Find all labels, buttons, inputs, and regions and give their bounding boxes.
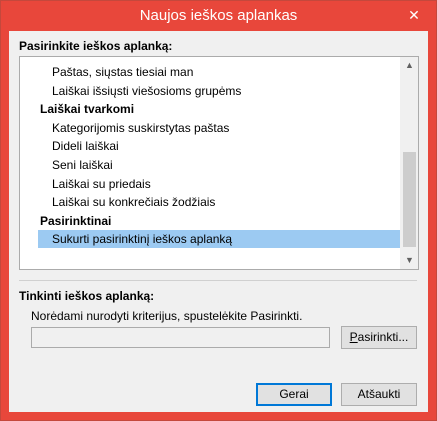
cancel-button[interactable]: Atšaukti [341, 383, 417, 406]
scroll-up-icon: ▲ [405, 60, 414, 70]
ok-button[interactable]: Gerai [256, 383, 332, 406]
criteria-field [31, 327, 330, 348]
list-group-header: Pasirinktinai [40, 214, 112, 228]
scroll-thumb[interactable] [403, 152, 416, 247]
list-item[interactable]: Seni laiškai [20, 156, 400, 174]
list-group-header: Laiškai tvarkomi [40, 102, 135, 116]
list-item[interactable]: Dideli laiškai [20, 137, 400, 155]
scroll-down-button[interactable]: ▼ [401, 252, 418, 269]
choose-button[interactable]: Pasirinkti... [341, 326, 417, 349]
list-item[interactable]: Laiškai su priedais [20, 175, 400, 193]
list-item-selected[interactable]: Sukurti pasirinktinį ieškos aplanką [38, 230, 400, 248]
criteria-hint-text: Norėdami nurodyti kriterijus, spustelėki… [31, 309, 303, 323]
scroll-up-button[interactable]: ▲ [401, 57, 418, 74]
list-item[interactable]: Kategorijomis suskirstytas paštas [20, 119, 400, 137]
separator [19, 280, 417, 281]
customize-folder-label: Tinkinti ieškos aplanką: [19, 289, 155, 303]
select-folder-label: Pasirinkite ieškos aplanką: [19, 39, 173, 53]
dialog-body: Pasirinkite ieškos aplanką: Paštas, siųs… [9, 31, 428, 412]
list-item[interactable]: Laiškai išsiųsti viešosioms grupėms [20, 82, 400, 100]
dialog-title: Naujos ieškos aplankas [139, 7, 298, 24]
list-item[interactable]: Paštas, siųstas tiesiai man [20, 63, 400, 81]
close-icon: ✕ [408, 7, 420, 23]
dialog-window: Naujos ieškos aplankas ✕ Pasirinkite ieš… [0, 0, 437, 421]
close-button[interactable]: ✕ [402, 5, 426, 25]
list-item[interactable]: Laiškai su konkrečiais žodžiais [20, 193, 400, 211]
scroll-down-icon: ▼ [405, 255, 414, 265]
search-folder-list[interactable]: Paštas, siųstas tiesiai man Laiškai išsių… [19, 56, 419, 270]
title-bar[interactable]: Naujos ieškos aplankas ✕ [1, 1, 436, 31]
search-folder-list-items: Paštas, siųstas tiesiai man Laiškai išsių… [20, 57, 400, 269]
list-scrollbar[interactable]: ▲ ▼ [400, 57, 418, 269]
